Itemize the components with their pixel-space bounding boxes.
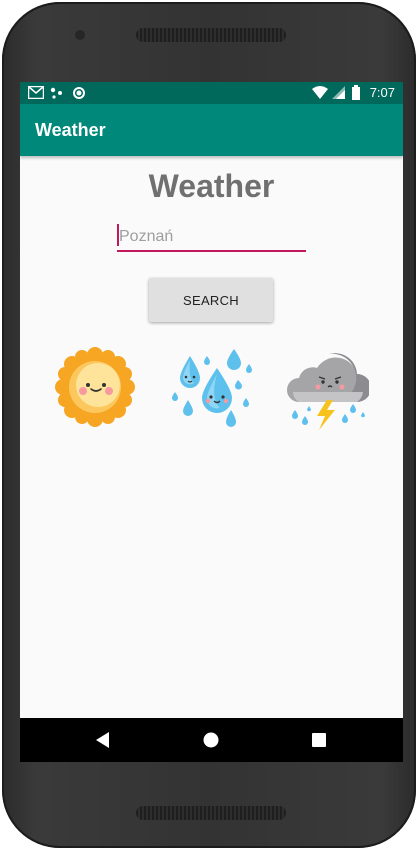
sun-icon: [55, 347, 135, 427]
search-button[interactable]: SEARCH: [149, 278, 273, 322]
navigation-bar: [20, 718, 403, 762]
app-title: Weather: [35, 120, 106, 140]
rain-drops-icon: [172, 349, 252, 427]
app-bar: Weather: [20, 104, 403, 156]
screen: 7:07 Weather Weather SEARCH: [20, 82, 403, 762]
page-title: Weather: [148, 168, 275, 204]
back-icon[interactable]: [96, 732, 110, 748]
gmail-icon: [28, 86, 44, 99]
phone-frame: 7:07 Weather Weather SEARCH: [2, 2, 416, 848]
storm-cloud-icon: [287, 353, 369, 430]
bottom-speaker: [136, 806, 286, 820]
city-input[interactable]: [117, 224, 306, 252]
battery-icon: [352, 85, 360, 100]
top-speaker: [136, 28, 286, 42]
signal-icon: [332, 86, 345, 99]
home-icon[interactable]: [203, 732, 219, 748]
front-camera: [75, 30, 85, 40]
wifi-icon: [312, 86, 328, 99]
text-cursor: [117, 224, 119, 246]
status-time: 7:07: [369, 85, 395, 100]
dots-icon: [50, 87, 62, 99]
status-bar: 7:07: [20, 82, 403, 104]
circle-icon: [73, 87, 85, 99]
recents-icon[interactable]: [312, 733, 326, 747]
